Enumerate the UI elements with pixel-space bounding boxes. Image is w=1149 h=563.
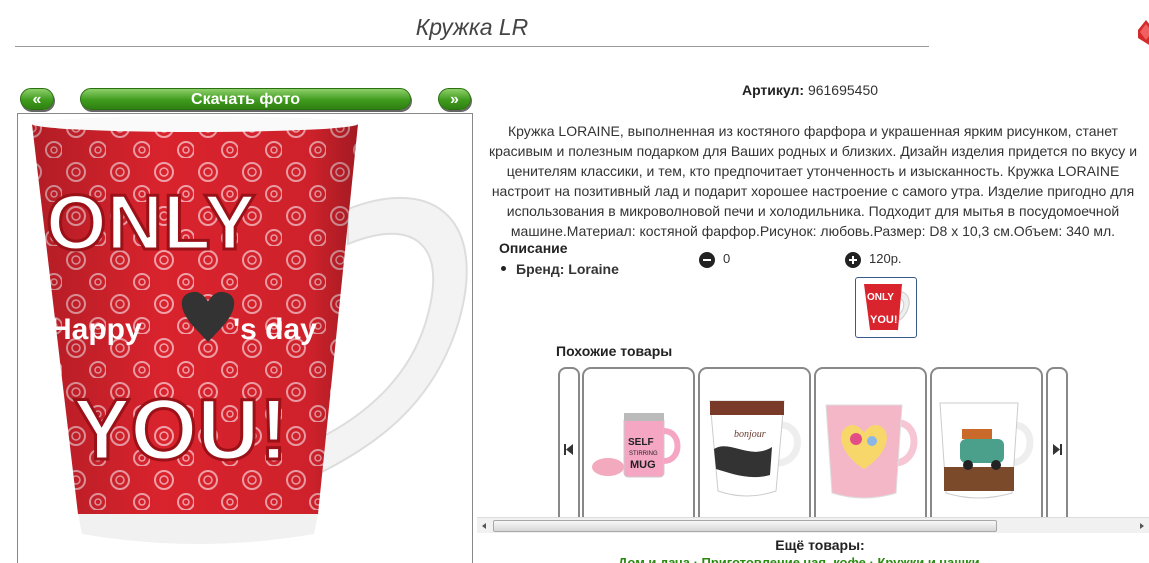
close-icon[interactable] [1138, 20, 1149, 48]
svg-text:bonjour: bonjour [734, 429, 766, 440]
minus-value: 0 [723, 251, 731, 266]
sku-line: Артикул: 961695450 [660, 82, 960, 98]
bullet-icon [501, 265, 506, 271]
mug-image: ONLY Happy 's day YOU! [32, 116, 468, 544]
sku-label: Артикул: [741, 82, 805, 98]
skip-forward-icon[interactable] [1048, 369, 1066, 519]
scrollbar-thumb[interactable] [493, 520, 997, 532]
svg-text:SELF: SELF [628, 437, 654, 448]
similar-products-title: Похожие товары [556, 343, 673, 359]
similar-item-4[interactable] [930, 367, 1043, 519]
similar-item-1[interactable]: SELF STIRRING MUG [582, 367, 695, 519]
heart-flower-mug-image [825, 404, 918, 499]
self-stirring-mug-image: SELF STIRRING MUG [592, 413, 681, 478]
sku-value: 961695450 [807, 82, 879, 98]
product-photo: ONLY Happy 's day YOU! [17, 113, 473, 563]
description-heading: Описание [499, 240, 568, 256]
next-photo-button[interactable]: » [438, 88, 471, 110]
scroll-left-icon[interactable] [480, 522, 488, 530]
scroll-right-icon[interactable] [1138, 522, 1146, 530]
minus-control[interactable]: 0 [699, 250, 730, 268]
title-divider [15, 46, 929, 47]
download-photo-button[interactable]: Скачать фото [80, 88, 411, 110]
prev-photo-button[interactable]: « [20, 88, 54, 110]
bonjour-mug-image: bonjour [709, 400, 801, 497]
mug-text-only: ONLY [46, 178, 256, 266]
carousel-next-button[interactable] [1046, 367, 1068, 519]
similar-item-3[interactable] [814, 367, 927, 519]
minus-icon[interactable] [699, 251, 715, 268]
mug-text-happy: Happy [50, 313, 142, 346]
product-thumbnail[interactable]: ONLY YOU! [855, 277, 917, 338]
svg-text:MUG: MUG [630, 459, 656, 471]
more-products-title: Ещё товары: [775, 537, 865, 553]
plus-value: 120р. [869, 251, 902, 266]
brand-label: Бренд: Loraine [516, 261, 619, 277]
car-mug-image [939, 402, 1034, 499]
svg-text:ONLY: ONLY [867, 292, 894, 303]
svg-text:YOU!: YOU! [870, 314, 898, 326]
plus-control[interactable]: 120р. [845, 250, 902, 268]
carousel-scrollbar[interactable] [477, 517, 1149, 533]
page-title: Кружка LR [415, 14, 529, 40]
plus-icon[interactable] [845, 251, 861, 268]
category-breadcrumb[interactable]: Дом и дача · Приготовление чая, кофе · К… [618, 555, 980, 563]
mug-text-you: YOU! [73, 382, 288, 478]
product-description: Кружка LORAINE, выполненная из костяного… [488, 123, 1138, 239]
skip-back-icon[interactable] [560, 369, 578, 519]
carousel-prev-button[interactable] [558, 367, 580, 519]
mug-text-day: 's day [233, 313, 317, 346]
similar-item-2[interactable]: bonjour [698, 367, 811, 519]
brand-item: Бренд: Loraine [501, 261, 619, 277]
svg-text:STIRRING: STIRRING [629, 451, 658, 457]
